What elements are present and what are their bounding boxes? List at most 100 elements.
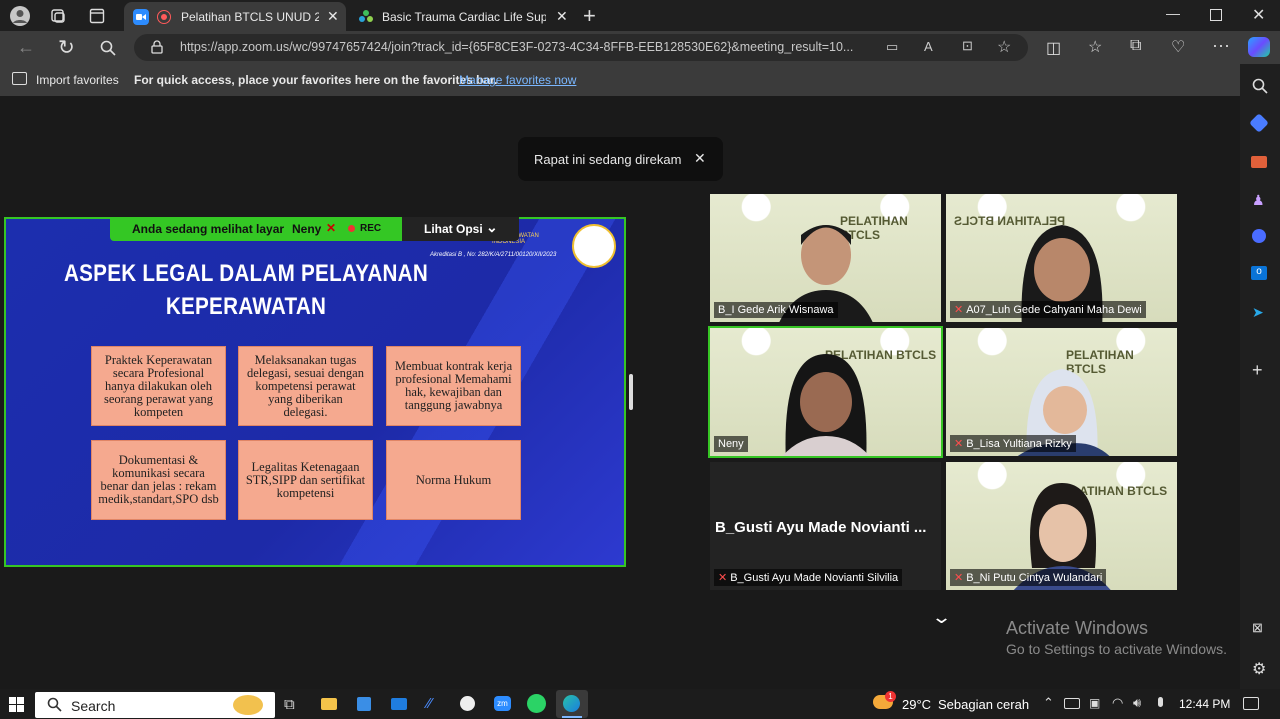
slide-box: Legalitas Ketenagaan STR,SIPP dan sertif…: [238, 440, 373, 520]
participant-name: ✕ B_Lisa Yultiana Rizky: [950, 435, 1076, 452]
copilot-sidebar-icon[interactable]: [1252, 229, 1266, 243]
lock-icon[interactable]: [150, 40, 164, 54]
browser-essentials-icon[interactable]: ♡: [1171, 37, 1185, 57]
participant-name: B_I Gede Arik Wisnawa: [714, 302, 838, 318]
task-view-icon[interactable]: ⧉: [284, 696, 295, 713]
split-screen-icon[interactable]: ◫: [1046, 38, 1061, 58]
file-explorer-icon[interactable]: [321, 698, 337, 710]
workspaces-icon[interactable]: [48, 6, 68, 26]
favorite-star-icon[interactable]: ☆: [997, 37, 1011, 57]
tab-title: Basic Trauma Cardiac Life Suppo: [382, 9, 546, 24]
import-favorites-icon[interactable]: [12, 72, 27, 85]
favorites-icon[interactable]: ☆: [1088, 37, 1102, 57]
weather-temp[interactable]: 29°C: [902, 697, 931, 712]
slide-title: ASPEK LEGAL DALAM PELAYANAN KEPERAWATAN: [40, 257, 453, 323]
search-icon[interactable]: [99, 39, 117, 57]
copilot-icon[interactable]: [1248, 37, 1270, 57]
chat-app-icon[interactable]: [460, 696, 475, 711]
video-tile-active-speaker[interactable]: PELATIHAN BTCLS Neny: [708, 326, 943, 458]
pen-app-icon[interactable]: ⁄⁄: [427, 695, 432, 712]
meet-now-icon[interactable]: ▣: [1089, 696, 1100, 710]
slide-box: Norma Hukum: [386, 440, 521, 520]
camera-icon[interactable]: ▭: [886, 39, 898, 55]
video-tile[interactable]: PELATIHAN BTCLS ✕ A07_Luh Gede Cahyani Ma…: [946, 194, 1177, 322]
close-tab-icon[interactable]: ✕: [556, 8, 568, 25]
share-status-bar: Anda sedang melihat layar Neny ✕ REC: [110, 217, 402, 241]
windows-start-icon[interactable]: [9, 697, 24, 712]
zoom-app-icon[interactable]: zm: [494, 696, 511, 711]
read-aloud-icon[interactable]: A: [924, 39, 933, 54]
presenter-name: Neny: [292, 222, 322, 236]
more-menu-icon[interactable]: ···: [1212, 35, 1230, 56]
taskbar-search-box[interactable]: Search: [35, 692, 275, 718]
battery-icon[interactable]: [1064, 698, 1080, 709]
weather-desc[interactable]: Sebagian cerah: [938, 697, 1029, 712]
mic-muted-icon: ✕: [718, 572, 728, 584]
import-favorites-button[interactable]: Import favorites: [36, 73, 119, 87]
participant-display-name: B_Gusti Ayu Made Novianti ...: [715, 519, 927, 536]
back-icon[interactable]: ←: [17, 37, 35, 58]
mic-muted-icon: ✕: [954, 304, 964, 316]
settings-gear-icon[interactable]: ⚙: [1252, 659, 1266, 679]
address-bar[interactable]: https://app.zoom.us/wc/99747657424/join?…: [134, 34, 1028, 61]
presenter-muted-icon: ✕: [326, 221, 337, 235]
mic-muted-icon: ✕: [954, 572, 964, 584]
store-icon[interactable]: [357, 697, 371, 711]
url-text[interactable]: https://app.zoom.us/wc/99747657424/join?…: [180, 40, 870, 54]
activate-windows-subtitle: Go to Settings to activate Windows.: [1006, 641, 1227, 657]
edge-app-icon[interactable]: [556, 690, 588, 718]
tab-strip: Pelatihan BTCLS UNUD 2024 ✕ Basic Trauma…: [0, 0, 1280, 31]
search-highlight-icon: [233, 695, 263, 715]
slide-box: Praktek Keperawatan secara Profesional h…: [91, 346, 226, 426]
show-hidden-icons-chevron-icon[interactable]: ⌃: [1043, 695, 1054, 711]
restore-icon[interactable]: [1210, 9, 1222, 21]
participant-name: ✕ B_Ni Putu Cintya Wulandari: [950, 569, 1107, 586]
shopping-tag-icon[interactable]: [1249, 113, 1269, 133]
send-icon[interactable]: ➤: [1252, 304, 1264, 321]
video-tile[interactable]: PELATIHAN BTCLS B_I Gede Arik Wisnawa: [710, 194, 941, 322]
close-toast-icon[interactable]: ✕: [694, 150, 706, 167]
splitter-handle[interactable]: [629, 374, 633, 410]
gallery-next-chevron-icon[interactable]: ⌄: [931, 607, 952, 628]
video-tile[interactable]: PELATIHAN BTCLS ✕ B_Ni Putu Cintya Wuland…: [946, 462, 1177, 590]
tools-icon[interactable]: [1251, 156, 1267, 168]
add-sidebar-icon[interactable]: +: [1252, 360, 1263, 381]
shared-screen: ...T PERAWATAN INDONESIA Akreditasi B , …: [4, 217, 626, 567]
notifications-icon[interactable]: [1243, 697, 1259, 710]
view-options-button[interactable]: Lihat Opsi ⌄: [402, 217, 519, 241]
slide-box: Dokumentasi & komunikasi secara benar da…: [91, 440, 226, 520]
favorites-message: For quick access, place your favorites h…: [134, 73, 498, 87]
view-options-label: Lihat Opsi: [424, 222, 483, 236]
microphone-icon[interactable]: [1158, 697, 1163, 707]
video-tile[interactable]: PELATIHAN BTCLS ✕ B_Lisa Yultiana Rizky: [946, 328, 1177, 456]
volume-icon[interactable]: 🔊︎: [1133, 695, 1141, 711]
close-tab-icon[interactable]: ✕: [327, 8, 339, 25]
wifi-icon[interactable]: ◠: [1112, 695, 1123, 711]
taskbar-search-label: Search: [71, 698, 116, 714]
refresh-icon[interactable]: ↻: [58, 35, 75, 60]
video-tile-camera-off[interactable]: B_Gusti Ayu Made Novianti ... ✕ B_Gusti A…: [710, 462, 941, 590]
participant-video-person: [782, 354, 869, 456]
tab-btcls[interactable]: Basic Trauma Cardiac Life Suppo ✕: [350, 2, 572, 31]
tab-zoom-meeting[interactable]: Pelatihan BTCLS UNUD 2024 ✕: [124, 2, 346, 31]
mail-icon[interactable]: [391, 698, 407, 710]
manage-favorites-link[interactable]: Manage favorites now: [459, 73, 576, 87]
outlook-icon[interactable]: o: [1251, 266, 1267, 280]
screenshot-icon[interactable]: ⊠: [1252, 620, 1263, 636]
slide-title-line1: ASPEK LEGAL DALAM PELAYANAN: [63, 260, 429, 287]
close-window-icon[interactable]: ✕: [1252, 5, 1265, 25]
sidebar-search-icon[interactable]: [1252, 78, 1268, 99]
app-available-icon[interactable]: ⊡: [962, 38, 973, 54]
profile-icon[interactable]: [8, 4, 32, 28]
new-tab-icon[interactable]: +: [583, 3, 596, 29]
whatsapp-icon[interactable]: [527, 694, 546, 713]
recording-toast: Rapat ini sedang direkam ✕: [518, 137, 723, 181]
collections-icon[interactable]: ⧉: [1130, 37, 1141, 55]
minimize-icon[interactable]: —: [1166, 5, 1180, 21]
games-icon[interactable]: ♟: [1252, 192, 1265, 209]
mic-muted-icon: ✕: [954, 438, 964, 450]
edge-sidebar: ♟ o ➤ + ⊠ ⚙: [1240, 64, 1280, 689]
clock-time[interactable]: 12:44 PM: [1179, 697, 1230, 711]
recording-toast-text: Rapat ini sedang direkam: [534, 152, 682, 167]
tab-actions-icon[interactable]: [87, 6, 107, 26]
